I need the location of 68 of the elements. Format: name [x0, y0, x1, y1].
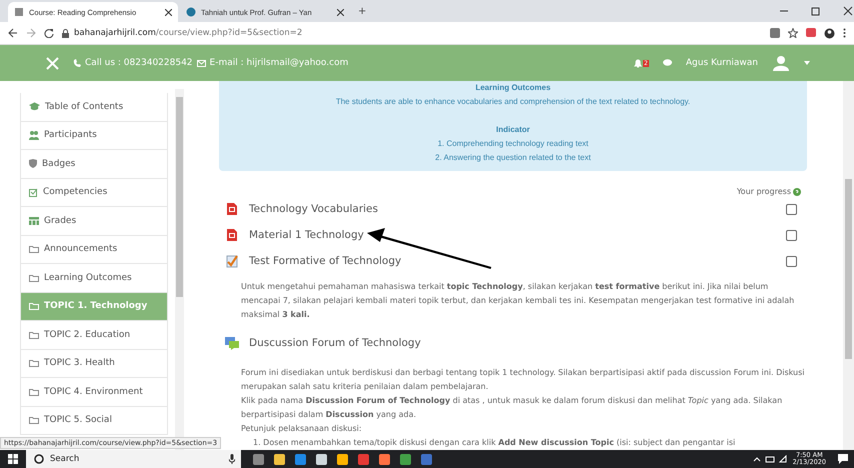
contact-phone: Call us : 082340228542 [85, 58, 193, 68]
forum-description: Klik pada nama Discussion Forum of Technology di atas , untuk masuk ke dalam forum diskusi dan melihat Topic yang ada. Silakan berpartisipasi dalam Discussion yang ada. [240, 395, 784, 421]
folder-icon [29, 359, 39, 368]
cortana-icon [34, 454, 44, 464]
graduation-cap-icon [29, 102, 40, 112]
globe-icon [186, 7, 196, 17]
activity-link[interactable]: Test Formative of Technology [249, 255, 402, 267]
folder-icon [29, 302, 39, 310]
pdf-file-icon [225, 202, 239, 216]
sidebar-item[interactable]: TOPIC 2. Education [20, 321, 168, 350]
instruction-step: 1. Dosen menambahkan tema/topik diskusi dengan cara klik Add New discussion Topic (isi: subject dan pengantar isi [219, 436, 807, 450]
lock-icon [62, 28, 69, 38]
address-bar[interactable]: bahanajarhijril.com/course/view.php?id=5&section=2 [62, 28, 762, 38]
activity-link[interactable]: Technology Vocabularies [249, 203, 378, 215]
sidebar-item[interactable]: TOPIC 5. Social [20, 406, 168, 435]
star-icon[interactable] [788, 28, 798, 38]
sidebar-item[interactable]: TOPIC 4. Environment [20, 378, 168, 406]
checkbox-icon [29, 188, 38, 197]
page-icon [14, 7, 24, 17]
shield-icon [29, 159, 37, 168]
indicator-item: 1. Comprehending technology reading text [436, 138, 590, 150]
contact-email: E-mail : hijrilsmail@yahoo.com [210, 58, 348, 68]
folder-icon [29, 245, 39, 254]
completion-checkbox[interactable] [786, 230, 797, 240]
notification-icon[interactable] [838, 454, 848, 464]
help-icon[interactable] [793, 188, 801, 196]
forum-description: Forum ini disediakan untuk berdiskusi dan berbagi tentang topik 1 technology. Silakan berpartisipasi aktif pada discussion Forum ini. Diskusi merupakan salah satu kriteria penilaian dalam pembelajaran. [240, 367, 806, 393]
system-tray-icon[interactable] [752, 455, 787, 463]
taskbar-search[interactable]: Search [26, 450, 241, 468]
sidebar-item[interactable]: Competencies [20, 178, 168, 207]
reload-icon[interactable] [44, 28, 54, 38]
completion-checkbox[interactable] [786, 256, 797, 266]
folder-icon [29, 416, 39, 424]
outcomes-text: The students are able to enhance vocabularies and comprehension of the text related to technology. [334, 96, 692, 108]
phone-icon [73, 59, 81, 67]
forum-link[interactable]: Duscussion Forum of Technology [249, 337, 421, 349]
users-icon [29, 130, 39, 140]
folder-icon [29, 388, 39, 396]
profile-icon[interactable] [824, 28, 835, 38]
back-icon[interactable] [8, 28, 18, 38]
sidebar-item[interactable]: Table of Contents [20, 93, 168, 122]
quiz-check-icon [225, 254, 239, 268]
new-tab-button[interactable]: + [358, 6, 366, 16]
close-icon[interactable] [337, 8, 344, 16]
close-icon[interactable] [165, 8, 172, 16]
activity-link[interactable]: Material 1 Technology [249, 229, 364, 241]
completion-checkbox[interactable] [786, 204, 797, 214]
forum-description: Petunjuk pelaksanaan diskusi: [240, 423, 363, 435]
page-scrollbar[interactable] [843, 81, 854, 450]
sidebar-item[interactable]: Grades [20, 207, 168, 236]
indicator-item: 2. Answering the question related to the text [434, 152, 592, 164]
progress-label: Your progress [736, 187, 791, 196]
folder-icon [29, 330, 39, 339]
table-icon [29, 216, 39, 225]
folder-icon [29, 274, 39, 282]
sidebar-item[interactable]: Badges [20, 150, 168, 178]
sidebar-item[interactable]: TOPIC 3. Health [20, 350, 168, 378]
quiz-description: Untuk mengetahui pemahaman mahasiswa terkait topic Technology, silakan kerjakan test formative berikut ini. Jika nilai belum mencapai 7, silakan pelajari kembali materi topik terbut, dan kerjakan kembali tes ini. Kesempatan mengerjakan test formative ini adalah maksimal 3 kali. [240, 281, 796, 321]
indicator-title: Indicator [495, 124, 531, 136]
sidebar-item[interactable]: Learning Outcomes [20, 264, 168, 292]
pdf-file-icon [225, 228, 239, 242]
sidebar-item[interactable]: Announcements [20, 236, 168, 264]
menu-icon[interactable] [843, 28, 846, 38]
sidebar-item[interactable]: Participants [20, 122, 168, 150]
outcomes-title: Learning Outcomes [474, 82, 552, 94]
envelope-icon [196, 60, 206, 66]
microphone-icon[interactable] [229, 454, 235, 464]
forum-chat-icon [225, 336, 239, 350]
